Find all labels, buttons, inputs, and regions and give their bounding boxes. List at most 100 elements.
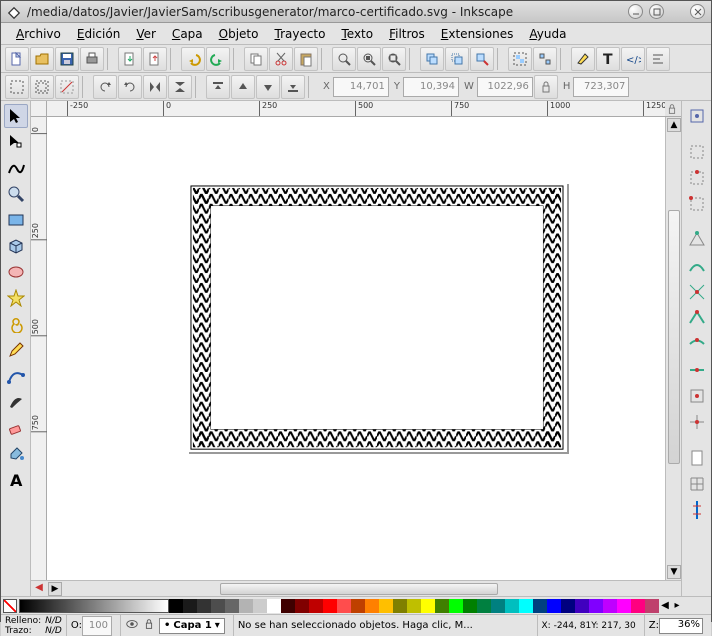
snap-bbox-edge-button[interactable] bbox=[685, 166, 709, 190]
bucket-tool[interactable] bbox=[4, 442, 28, 466]
import-button[interactable] bbox=[118, 47, 142, 71]
zoom-drawing-button[interactable] bbox=[357, 47, 381, 71]
node-tool[interactable] bbox=[4, 130, 28, 154]
cut-button[interactable] bbox=[269, 47, 293, 71]
layer-lock-toggle[interactable] bbox=[142, 617, 156, 634]
close-button[interactable] bbox=[690, 4, 705, 19]
flip-h-button[interactable] bbox=[143, 75, 167, 99]
swatch[interactable] bbox=[547, 599, 561, 613]
export-button[interactable] bbox=[143, 47, 167, 71]
snap-center-button[interactable] bbox=[685, 384, 709, 408]
swatch[interactable] bbox=[491, 599, 505, 613]
layer-visibility-toggle[interactable] bbox=[125, 617, 139, 634]
swatch[interactable] bbox=[225, 599, 239, 613]
snap-intersection-button[interactable] bbox=[685, 280, 709, 304]
text-tool[interactable]: A bbox=[4, 468, 28, 492]
swatch[interactable] bbox=[435, 599, 449, 613]
save-button[interactable] bbox=[55, 47, 79, 71]
menu-ver[interactable]: Ver bbox=[129, 25, 163, 43]
swatch[interactable] bbox=[183, 599, 197, 613]
paste-button[interactable] bbox=[294, 47, 318, 71]
3dbox-tool[interactable] bbox=[4, 234, 28, 258]
flip-v-button[interactable] bbox=[168, 75, 192, 99]
menu-capa[interactable]: Capa bbox=[165, 25, 210, 43]
zoom-tool[interactable] bbox=[4, 182, 28, 206]
swatch[interactable] bbox=[575, 599, 589, 613]
swatch[interactable] bbox=[477, 599, 491, 613]
no-color-swatch[interactable] bbox=[3, 599, 17, 613]
swatch[interactable] bbox=[407, 599, 421, 613]
vscroll-thumb[interactable] bbox=[668, 210, 680, 465]
swatch[interactable] bbox=[309, 599, 323, 613]
lower-button[interactable] bbox=[256, 75, 280, 99]
menu-objeto[interactable]: Objeto bbox=[212, 25, 266, 43]
layer-selector[interactable]: •Capa 1 ▾ bbox=[159, 618, 225, 634]
snap-bbox-button[interactable] bbox=[685, 140, 709, 164]
scroll-down-arrow[interactable]: ▼ bbox=[667, 565, 681, 579]
snap-midpoint-button[interactable] bbox=[685, 358, 709, 382]
copy-button[interactable] bbox=[244, 47, 268, 71]
rotate-cw-button[interactable] bbox=[118, 75, 142, 99]
snap-smooth-button[interactable] bbox=[685, 332, 709, 356]
palette-scroll-left[interactable]: ◀ bbox=[659, 600, 671, 611]
swatch[interactable] bbox=[267, 599, 281, 613]
horizontal-scrollbar[interactable]: ◀ ▶ bbox=[47, 580, 665, 596]
snap-enable-button[interactable] bbox=[685, 104, 709, 128]
xml-editor-button[interactable]: </> bbox=[621, 47, 645, 71]
scroll-right-arrow[interactable]: ▶ bbox=[48, 582, 62, 596]
swatch[interactable] bbox=[379, 599, 393, 613]
w-field[interactable]: 1022,96 bbox=[477, 77, 533, 97]
rectangle-tool[interactable] bbox=[4, 208, 28, 232]
swatch[interactable] bbox=[281, 599, 295, 613]
clone-button[interactable] bbox=[445, 47, 469, 71]
snap-guide-button[interactable] bbox=[685, 498, 709, 522]
zoom-page-button[interactable] bbox=[382, 47, 406, 71]
palette-menu-button[interactable]: ▸ bbox=[671, 600, 683, 611]
snap-path-button[interactable] bbox=[685, 254, 709, 278]
hscroll-thumb[interactable] bbox=[220, 583, 498, 595]
raise-button[interactable] bbox=[231, 75, 255, 99]
redo-button[interactable] bbox=[206, 47, 230, 71]
lower-bottom-button[interactable] bbox=[281, 75, 305, 99]
swatch[interactable] bbox=[519, 599, 533, 613]
h-field[interactable]: 723,307 bbox=[573, 77, 629, 97]
zoom-selection-button[interactable] bbox=[332, 47, 356, 71]
tweak-tool[interactable] bbox=[4, 156, 28, 180]
align-button[interactable] bbox=[646, 47, 670, 71]
swatch[interactable] bbox=[645, 599, 659, 613]
snap-cusp-button[interactable] bbox=[685, 306, 709, 330]
text-properties-button[interactable]: T bbox=[596, 47, 620, 71]
swatch[interactable] bbox=[561, 599, 575, 613]
fill-stroke-button[interactable] bbox=[571, 47, 595, 71]
swatch[interactable] bbox=[589, 599, 603, 613]
swatch[interactable] bbox=[239, 599, 253, 613]
undo-button[interactable] bbox=[181, 47, 205, 71]
swatch[interactable] bbox=[323, 599, 337, 613]
quick-zoom-button[interactable]: ◀ bbox=[31, 580, 47, 596]
selector-tool[interactable] bbox=[4, 104, 28, 128]
opacity-field[interactable]: 100 bbox=[82, 616, 112, 636]
star-tool[interactable] bbox=[4, 286, 28, 310]
swatch[interactable] bbox=[337, 599, 351, 613]
menu-texto[interactable]: Texto bbox=[334, 25, 380, 43]
raise-top-button[interactable] bbox=[206, 75, 230, 99]
duplicate-button[interactable] bbox=[420, 47, 444, 71]
rotate-ccw-button[interactable] bbox=[93, 75, 117, 99]
select-all-layers-button[interactable] bbox=[30, 75, 54, 99]
swatch[interactable] bbox=[295, 599, 309, 613]
group-button[interactable] bbox=[508, 47, 532, 71]
x-field[interactable]: 14,701 bbox=[333, 77, 389, 97]
swatch[interactable] bbox=[617, 599, 631, 613]
bezier-tool[interactable] bbox=[4, 364, 28, 388]
swatch[interactable] bbox=[365, 599, 379, 613]
deselect-button[interactable] bbox=[55, 75, 79, 99]
swatch[interactable] bbox=[421, 599, 435, 613]
ellipse-tool[interactable] bbox=[4, 260, 28, 284]
menu-edición[interactable]: Edición bbox=[70, 25, 127, 43]
zoom-field[interactable]: 36% bbox=[659, 618, 703, 634]
snap-page-button[interactable] bbox=[685, 446, 709, 470]
print-button[interactable] bbox=[80, 47, 104, 71]
unlink-clone-button[interactable] bbox=[470, 47, 494, 71]
guide-lock-toggle[interactable] bbox=[665, 101, 681, 117]
swatch[interactable] bbox=[253, 599, 267, 613]
